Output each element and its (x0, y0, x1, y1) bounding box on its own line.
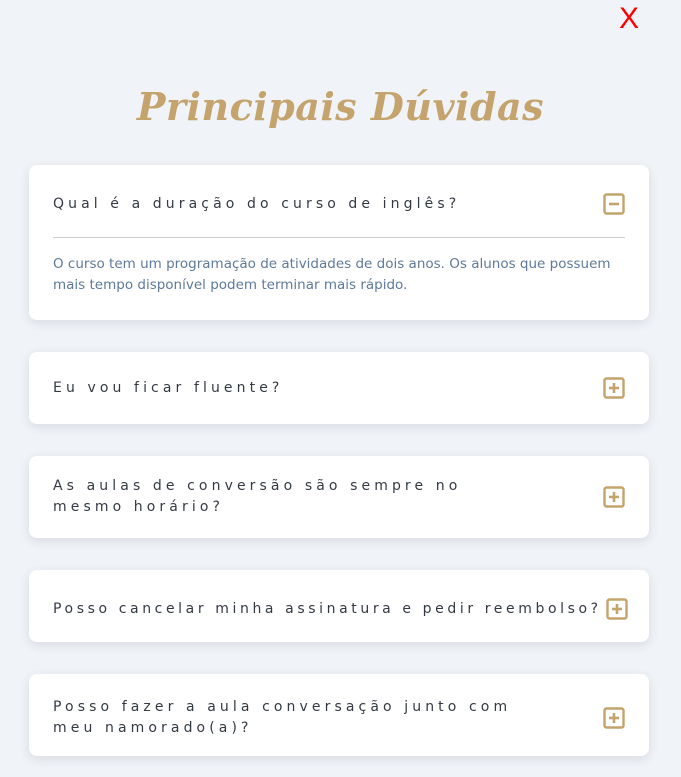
faq-question-2[interactable]: Eu vou ficar fluente? (53, 378, 599, 399)
faq-answer-1: O curso tem um programação de atividades… (53, 256, 611, 293)
faq-question-3[interactable]: As aulas de conversão são sempre no mesm… (53, 476, 599, 518)
plus-square-icon[interactable] (603, 377, 625, 399)
faq-question-4[interactable]: Posso cancelar minha assinatura e pedir … (53, 599, 602, 620)
plus-square-icon[interactable] (606, 598, 628, 620)
faq-header-3[interactable]: As aulas de conversão são sempre no mesm… (53, 476, 625, 518)
minus-square-icon[interactable] (603, 193, 625, 215)
faq-header-2[interactable]: Eu vou ficar fluente? (53, 377, 625, 399)
plus-square-icon[interactable] (603, 707, 625, 729)
faq-header-4[interactable]: Posso cancelar minha assinatura e pedir … (53, 598, 628, 620)
faq-item-5[interactable]: Posso fazer a aula conversação junto com… (29, 674, 649, 756)
faq-header-1[interactable]: Qual é a duração do curso de inglês? (53, 193, 625, 215)
plus-square-icon[interactable] (603, 486, 625, 508)
faq-item-1: Qual é a duração do curso de inglês? O c… (29, 165, 649, 320)
faq-question-5[interactable]: Posso fazer a aula conversação junto com… (53, 697, 599, 739)
faq-header-5[interactable]: Posso fazer a aula conversação junto com… (53, 697, 625, 739)
faq-item-4[interactable]: Posso cancelar minha assinatura e pedir … (29, 570, 649, 642)
page-title: Principais Dúvidas (136, 84, 545, 129)
faq-question-1[interactable]: Qual é a duração do curso de inglês? (53, 194, 599, 215)
faq-item-3[interactable]: As aulas de conversão são sempre no mesm… (29, 456, 649, 538)
faq-divider (53, 237, 625, 238)
faq-item-2[interactable]: Eu vou ficar fluente? (29, 352, 649, 424)
close-button[interactable]: X (619, 2, 639, 36)
